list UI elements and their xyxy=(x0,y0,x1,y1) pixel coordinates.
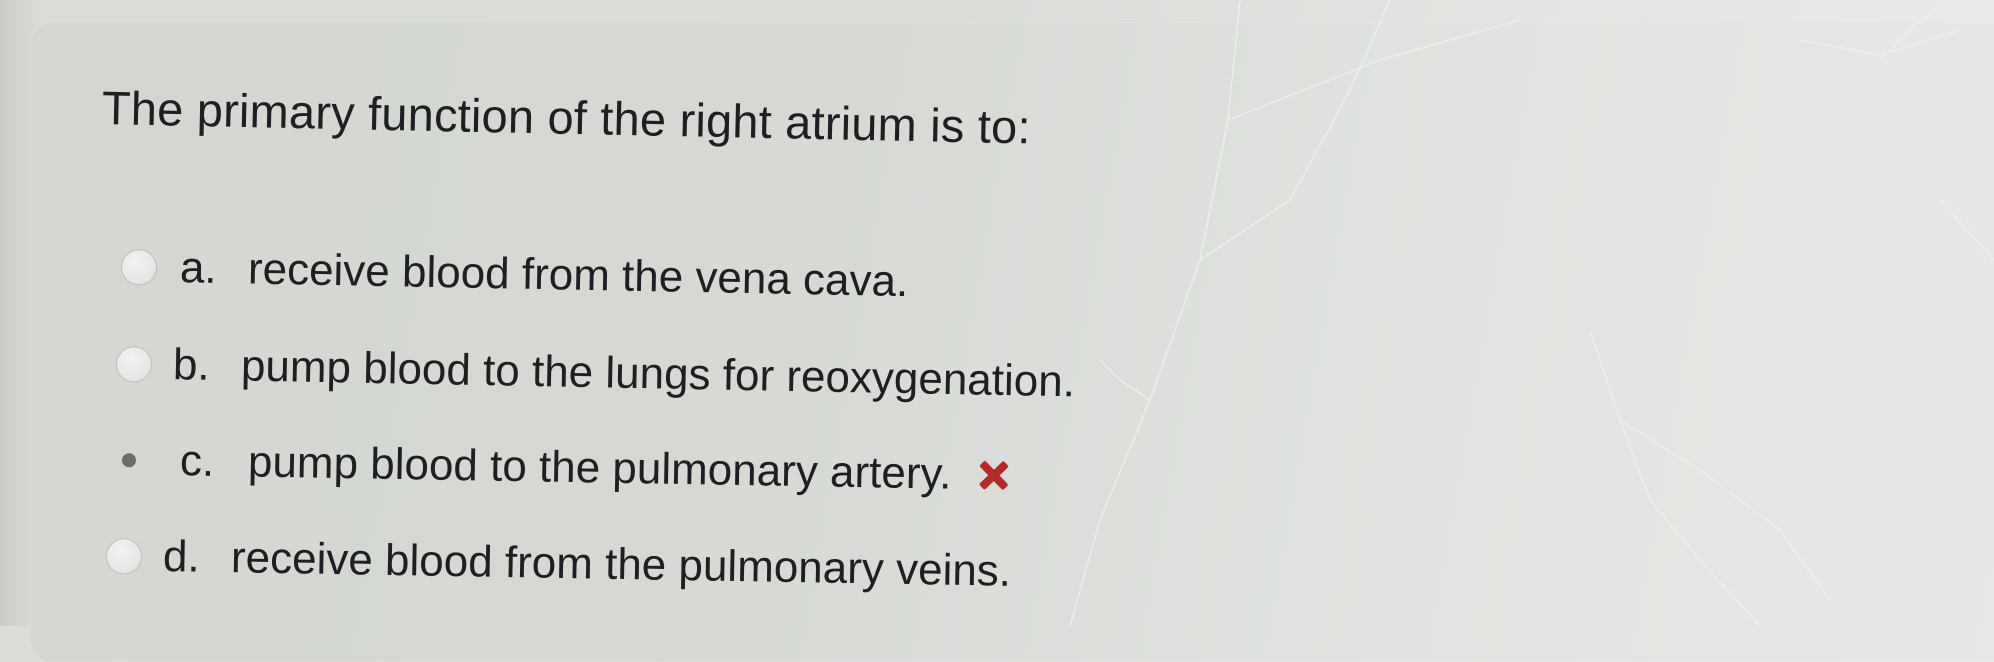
option-letter: d. xyxy=(162,531,201,582)
option-text: receive blood from the vena cava. xyxy=(247,244,909,307)
option-letter: a. xyxy=(179,243,218,293)
radio-button-c-selected[interactable] xyxy=(121,453,137,468)
option-letter: c. xyxy=(179,436,215,486)
option-text: receive blood from the pulmonary veins. xyxy=(230,533,1012,596)
option-text: pump blood to the pulmonary artery. xyxy=(247,437,952,499)
red-x-icon xyxy=(977,460,1008,491)
answer-options: a. receive blood from the vena cava. b. … xyxy=(0,0,1994,626)
option-letter: b. xyxy=(172,340,211,390)
option-b[interactable]: b. pump blood to the lungs for reoxygena… xyxy=(116,334,1075,412)
option-text: pump blood to the lungs for reoxygenatio… xyxy=(240,341,1076,407)
option-d[interactable]: d. receive blood from the pulmonary vein… xyxy=(106,526,1011,602)
option-a[interactable]: a. receive blood from the vena cava. xyxy=(121,237,909,312)
radio-button-a[interactable] xyxy=(121,250,157,285)
radio-button-b[interactable] xyxy=(116,347,152,382)
option-c[interactable]: c. pump blood to the pulmonary artery. xyxy=(111,430,1007,506)
radio-button-d[interactable] xyxy=(106,539,142,574)
